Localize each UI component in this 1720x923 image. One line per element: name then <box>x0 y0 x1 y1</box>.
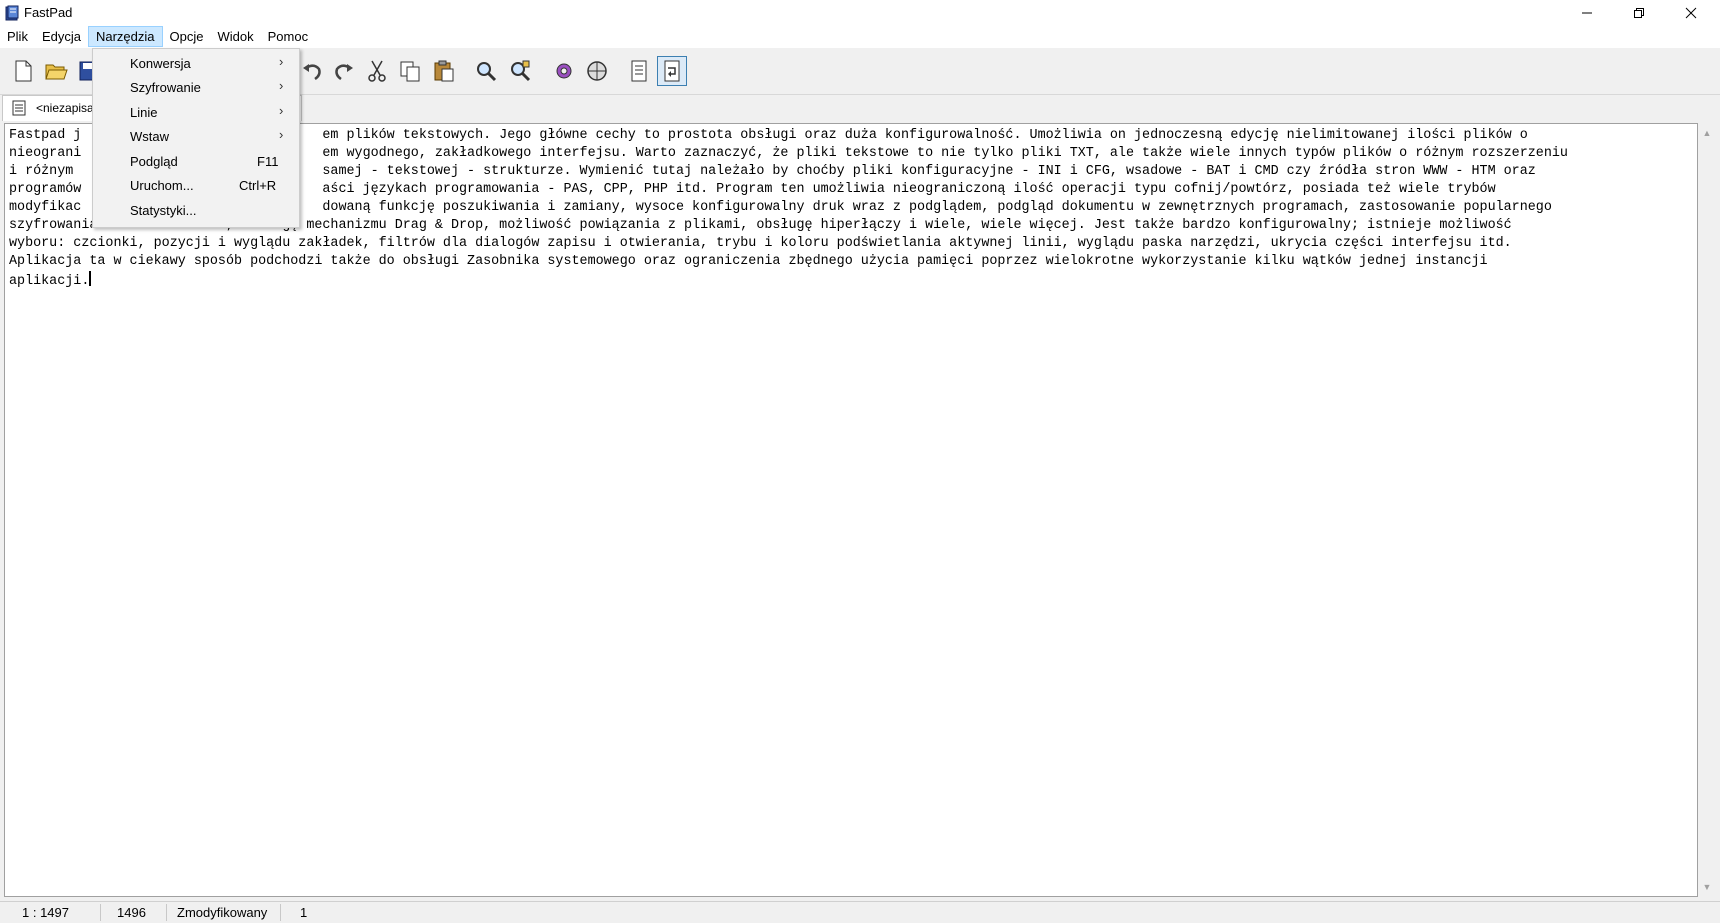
modified-status: Zmodyfikowany <box>177 905 268 920</box>
menu-item-linie[interactable]: Linie › <box>93 100 299 124</box>
menu-plik[interactable]: Plik <box>0 26 35 48</box>
close-button[interactable] <box>1665 0 1717 26</box>
menu-item-label: Szyfrowanie <box>130 80 201 95</box>
scroll-up-arrow-icon[interactable]: ▲ <box>1701 127 1713 139</box>
menu-item-uruchom[interactable]: Uruchom... Ctrl+R <box>93 173 299 197</box>
web-button[interactable] <box>582 56 612 86</box>
menu-item-label: Podgląd <box>130 154 178 169</box>
menu-item-szyfrowanie[interactable]: Szyfrowanie › <box>93 75 299 99</box>
menu-item-shortcut: Ctrl+R <box>239 178 277 193</box>
document-button[interactable] <box>624 56 654 86</box>
text-editor[interactable]: Fastpad j em plików tekstowych. Jego głó… <box>4 123 1698 897</box>
redo-button[interactable] <box>329 56 359 86</box>
menu-opcje[interactable]: Opcje <box>163 26 211 48</box>
fastpad-app-icon <box>5 5 19 21</box>
word-wrap-icon <box>664 60 680 82</box>
submenu-arrow-icon: › <box>279 127 284 142</box>
vertical-scrollbar[interactable]: ▲ ▼ <box>1698 123 1716 897</box>
scroll-down-arrow-icon[interactable]: ▼ <box>1701 881 1713 893</box>
tools-dropdown-menu: Konwersja › Szyfrowanie › Linie › Wstaw … <box>92 48 300 228</box>
document-icon <box>12 100 26 116</box>
paste-button[interactable] <box>429 56 459 86</box>
paste-icon <box>434 60 454 82</box>
undo-button[interactable] <box>297 56 327 86</box>
menu-item-label: Konwersja <box>130 56 191 71</box>
editor-line: Aplikacja ta w ciekawy sposób podchodzi … <box>9 254 1488 269</box>
find-icon <box>477 62 497 82</box>
tab-label: <niezapisa <box>36 101 94 115</box>
menu-narzedzia[interactable]: Narzędzia <box>87 26 163 47</box>
minimize-icon <box>1582 12 1592 14</box>
status-separator <box>280 904 281 921</box>
window-title: FastPad <box>24 5 73 20</box>
menu-bar: Plik Edycja Narzędzia Opcje Widok Pomoc <box>0 26 1720 48</box>
status-separator <box>166 904 167 921</box>
menu-pomoc[interactable]: Pomoc <box>261 26 315 48</box>
menu-item-shortcut: F11 <box>257 154 279 169</box>
text-caret <box>89 271 92 286</box>
close-icon <box>1685 7 1697 19</box>
cut-button[interactable] <box>362 56 392 86</box>
status-extra: 1 <box>300 905 308 920</box>
menu-item-wstaw[interactable]: Wstaw › <box>93 124 299 148</box>
find-button[interactable] <box>471 56 501 86</box>
open-button[interactable] <box>41 56 71 86</box>
menu-item-label: Linie <box>130 105 158 120</box>
status-separator <box>100 904 101 921</box>
restore-icon <box>1634 8 1644 18</box>
new-file-icon <box>15 60 32 82</box>
redo-icon <box>335 64 353 81</box>
copy-button[interactable] <box>395 56 425 86</box>
submenu-arrow-icon: › <box>279 54 284 69</box>
menu-item-podglad[interactable]: Podgląd F11 <box>93 149 299 173</box>
menu-item-statystyki[interactable]: Statystyki... <box>93 198 299 222</box>
new-file-button[interactable] <box>8 56 38 86</box>
menu-item-label: Uruchom... <box>130 178 194 193</box>
submenu-arrow-icon: › <box>279 78 284 93</box>
undo-icon <box>303 64 321 81</box>
title-bar: FastPad <box>0 0 1720 26</box>
cut-icon <box>368 60 386 82</box>
editor-line: aplikacji. <box>9 274 90 289</box>
open-folder-icon <box>45 64 68 80</box>
word-wrap-button[interactable] <box>657 56 687 86</box>
menu-item-label: Wstaw <box>130 129 169 144</box>
menu-edycja[interactable]: Edycja <box>35 26 88 48</box>
menu-widok[interactable]: Widok <box>210 26 260 48</box>
menu-item-label: Statystyki... <box>130 203 197 218</box>
menu-item-konwersja[interactable]: Konwersja › <box>93 51 299 75</box>
document-icon <box>631 60 647 82</box>
cursor-position: 1 : 1497 <box>22 905 69 920</box>
character-count: 1496 <box>117 905 146 920</box>
minimize-button[interactable] <box>1561 0 1613 26</box>
find-replace-icon <box>511 60 531 82</box>
settings-button[interactable] <box>549 56 579 86</box>
find-replace-button[interactable] <box>505 56 535 86</box>
restore-button[interactable] <box>1613 0 1665 26</box>
editor-line: wyboru: czcionki, pozycji i wyglądu zakł… <box>9 236 1512 251</box>
settings-icon <box>556 63 572 79</box>
status-bar: 1 : 1497 1496 Zmodyfikowany 1 <box>0 901 1720 923</box>
copy-icon <box>400 61 420 82</box>
web-icon <box>587 61 607 81</box>
submenu-arrow-icon: › <box>279 103 284 118</box>
